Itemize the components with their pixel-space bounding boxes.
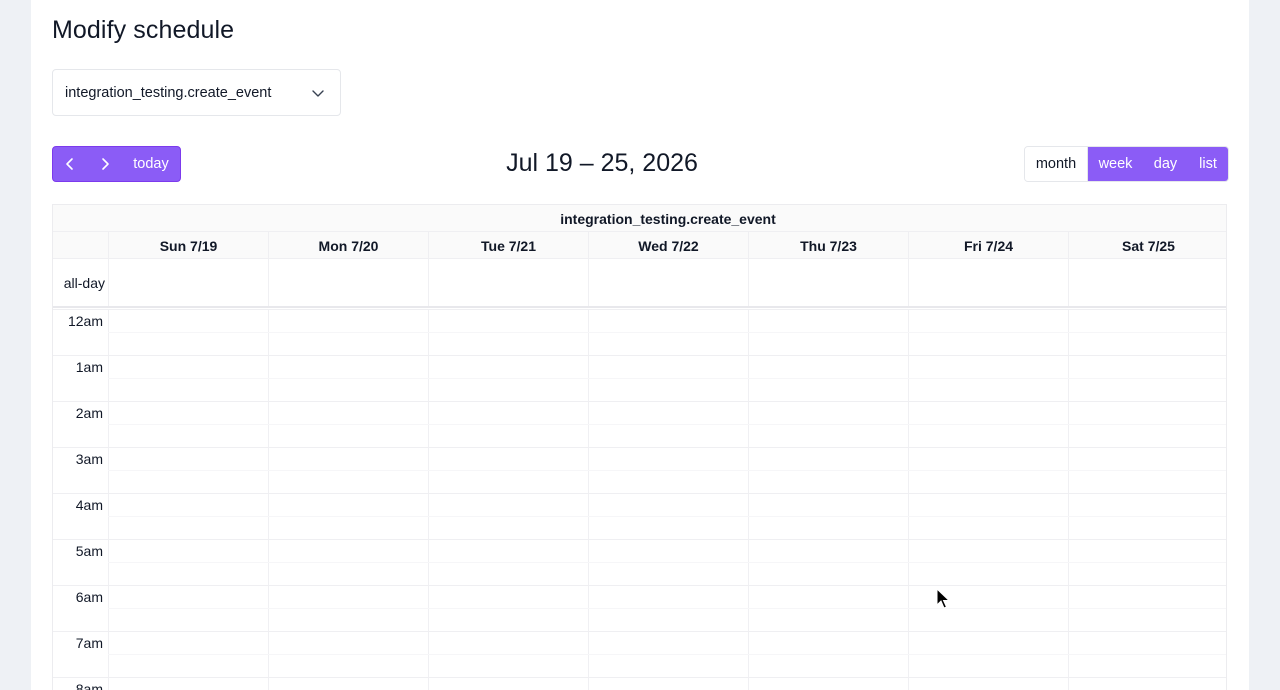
allday-label: all-day <box>63 275 105 291</box>
hour-slot[interactable]: 12am <box>53 309 1226 355</box>
day-header-row: Sun 7/19 Mon 7/20 Tue 7/21 Wed 7/22 Thu … <box>53 232 1226 259</box>
month-view-button[interactable]: month <box>1025 147 1088 181</box>
schedule-select-value: integration_testing.create_event <box>65 84 272 101</box>
page-title: Modify schedule <box>52 16 235 44</box>
hour-slot[interactable]: 2am <box>53 401 1226 447</box>
hour-slot[interactable]: 8am <box>53 677 1226 690</box>
hour-slot[interactable]: 7am <box>53 631 1226 677</box>
hour-label: 12am <box>67 313 103 329</box>
hour-label: 6am <box>75 589 103 605</box>
column-divider <box>1068 259 1069 306</box>
hour-label: 4am <box>75 497 103 513</box>
view-button-group: month week day list <box>1024 146 1229 182</box>
week-view-button[interactable]: week <box>1088 147 1143 181</box>
column-divider <box>588 259 589 306</box>
day-header[interactable]: Fri 7/24 <box>908 232 1068 259</box>
hour-label: 7am <box>75 635 103 651</box>
column-divider <box>108 259 109 306</box>
hour-slot[interactable]: 4am <box>53 493 1226 539</box>
hour-label: 3am <box>75 451 103 467</box>
hour-label: 5am <box>75 543 103 559</box>
day-header[interactable]: Mon 7/20 <box>268 232 428 259</box>
time-grid[interactable]: 12am 1am 2am 3am 4am 5am 6am 7am 8am <box>53 309 1226 690</box>
hour-slot[interactable]: 3am <box>53 447 1226 493</box>
allday-row[interactable]: all-day <box>53 259 1226 308</box>
resource-label: integration_testing.create_event <box>560 211 776 227</box>
column-divider <box>428 259 429 306</box>
column-divider <box>908 259 909 306</box>
week-calendar: integration_testing.create_event Sun 7/1… <box>52 204 1227 690</box>
day-header[interactable]: Sat 7/25 <box>1068 232 1228 259</box>
day-header[interactable]: Wed 7/22 <box>588 232 748 259</box>
date-range-title: Jul 19 – 25, 2026 <box>506 149 698 177</box>
chevron-down-icon <box>312 90 324 97</box>
mouse-pointer-icon <box>936 588 950 609</box>
hour-slot[interactable]: 1am <box>53 355 1226 401</box>
schedule-select[interactable]: integration_testing.create_event <box>52 69 341 116</box>
hour-slot[interactable]: 6am <box>53 585 1226 631</box>
hour-slot[interactable]: 5am <box>53 539 1226 585</box>
day-header[interactable]: Thu 7/23 <box>748 232 908 259</box>
day-header[interactable]: Sun 7/19 <box>108 232 268 259</box>
hour-label: 8am <box>75 681 103 690</box>
resource-header: integration_testing.create_event <box>53 205 1226 232</box>
column-divider <box>268 259 269 306</box>
schedule-panel: Modify schedule integration_testing.crea… <box>31 0 1249 690</box>
day-header[interactable]: Tue 7/21 <box>428 232 588 259</box>
hour-label: 2am <box>75 405 103 421</box>
list-view-button[interactable]: list <box>1188 147 1228 181</box>
day-view-button[interactable]: day <box>1143 147 1188 181</box>
hour-label: 1am <box>75 359 103 375</box>
column-divider <box>748 259 749 306</box>
